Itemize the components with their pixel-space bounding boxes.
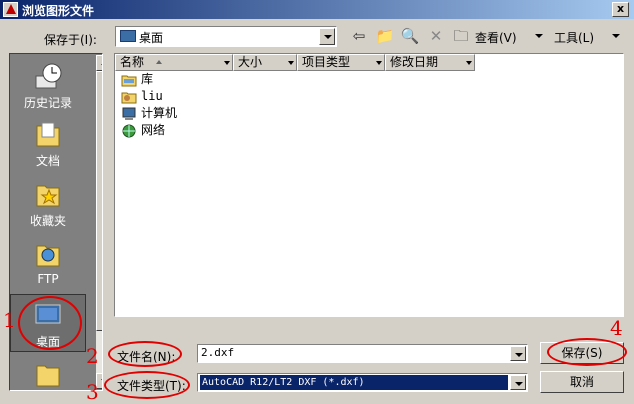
back-icon[interactable]: ⇦ — [348, 26, 370, 46]
history-icon — [35, 63, 62, 89]
column-header-modified[interactable]: 修改日期 — [385, 54, 475, 71]
filetype-select[interactable]: AutoCAD R12/LT2 DXF (*.dxf) — [197, 373, 528, 392]
place-label-ftp: FTP — [37, 272, 59, 286]
place-desktop[interactable]: 桌面 — [10, 294, 86, 352]
sort-ascending-icon — [156, 60, 162, 64]
annotation-number: 3 — [86, 380, 99, 404]
filename-label: 文件名(N): — [117, 350, 176, 364]
filetype-label: 文件类型(T): — [117, 379, 186, 393]
annotation-number: 1 — [3, 308, 16, 332]
close-button[interactable]: x — [612, 2, 629, 17]
delete-icon[interactable]: ✕ — [425, 26, 447, 46]
places-bar: 历史记录 文档 收藏夹 FTP 桌面 — [9, 53, 103, 391]
place-favorites[interactable]: 收藏夹 — [10, 180, 86, 229]
place-history[interactable]: 历史记录 — [10, 62, 86, 111]
views-dropdown-icon[interactable] — [535, 34, 543, 38]
annotation-number: 4 — [610, 316, 623, 340]
autocad-app-icon — [3, 2, 18, 17]
ftp-icon — [36, 245, 60, 267]
filetype-value: AutoCAD R12/LT2 DXF (*.dxf) — [200, 375, 508, 390]
column-dropdown-icon[interactable] — [288, 61, 294, 65]
column-dropdown-icon[interactable] — [466, 61, 472, 65]
network-icon — [122, 124, 136, 137]
views-menu[interactable]: 查看(V) — [475, 29, 517, 46]
scroll-thumb[interactable] — [96, 71, 102, 331]
favorites-folder-icon — [36, 185, 60, 207]
place-documents[interactable]: 文档 — [10, 120, 86, 169]
filename-input[interactable]: 2.dxf — [197, 344, 528, 363]
documents-folder-icon — [36, 122, 60, 147]
place-label-favorites: 收藏夹 — [29, 214, 66, 228]
new-folder-icon[interactable]: 🗀 — [450, 26, 472, 46]
desktop-icon — [35, 304, 61, 324]
place-more[interactable] — [10, 360, 86, 390]
tools-dropdown-icon[interactable] — [612, 34, 620, 38]
filename-dropdown-arrow[interactable] — [510, 346, 526, 361]
list-item[interactable]: 库 — [121, 71, 153, 88]
filename-value: 2.dxf — [201, 346, 235, 359]
list-item[interactable]: liu — [121, 88, 163, 105]
up-folder-icon[interactable]: 📁 — [374, 26, 396, 46]
computer-icon — [122, 107, 136, 120]
filetype-dropdown-arrow[interactable] — [510, 375, 526, 390]
location-value: 桌面 — [139, 31, 164, 45]
desktop-small-icon — [120, 30, 136, 42]
location-dropdown-arrow[interactable] — [319, 28, 335, 45]
folder-icon — [36, 365, 60, 387]
save-button[interactable]: 保存(S) — [540, 342, 624, 364]
list-item[interactable]: 网络 — [121, 122, 165, 139]
column-dropdown-icon[interactable] — [376, 61, 382, 65]
user-folder-icon — [121, 92, 137, 103]
place-label-desktop: 桌面 — [35, 335, 60, 349]
scroll-up-button[interactable] — [96, 55, 102, 71]
window-title: 浏览图形文件 — [22, 4, 95, 18]
place-label-documents: 文档 — [35, 154, 60, 168]
file-list[interactable]: 名称 大小 项目类型 修改日期 库 liu 计算机 网络 — [114, 53, 624, 317]
column-header-size[interactable]: 大小 — [233, 54, 297, 71]
location-combo[interactable]: 桌面 — [115, 26, 337, 47]
save-in-label: 保存于(I): — [44, 33, 97, 47]
tools-menu[interactable]: 工具(L) — [554, 29, 594, 46]
place-ftp[interactable]: FTP — [10, 240, 86, 286]
column-dropdown-icon[interactable] — [224, 61, 230, 65]
list-item[interactable]: 计算机 — [121, 105, 177, 122]
column-header-type[interactable]: 项目类型 — [297, 54, 385, 71]
cancel-button[interactable]: 取消 — [540, 371, 624, 393]
place-label-history: 历史记录 — [23, 96, 72, 110]
column-header-name[interactable]: 名称 — [115, 54, 233, 71]
places-scrollbar[interactable] — [96, 55, 102, 389]
annotation-number: 2 — [86, 344, 99, 368]
title-bar — [0, 0, 634, 19]
search-web-icon[interactable]: 🔍 — [399, 26, 421, 46]
library-icon — [121, 75, 137, 86]
